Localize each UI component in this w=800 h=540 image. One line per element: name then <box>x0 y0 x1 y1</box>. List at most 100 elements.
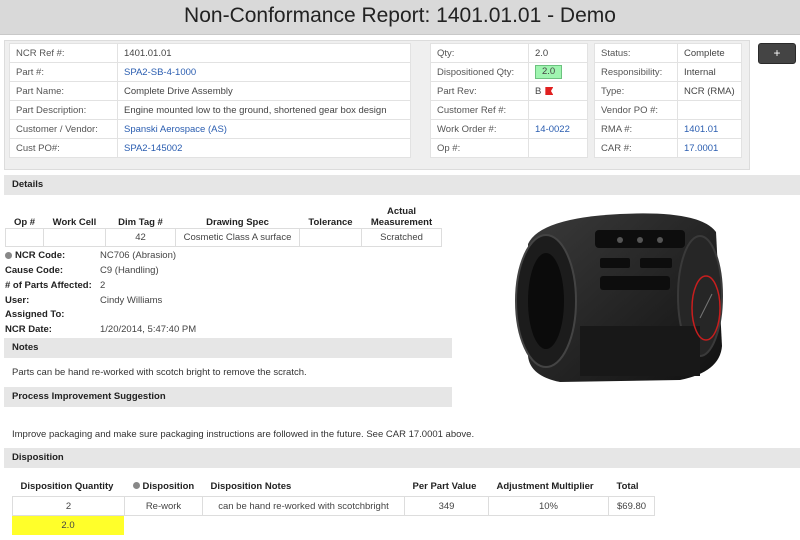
rma-label: RMA #: <box>594 119 678 139</box>
info-row-dispositioned-qty: Dispositioned Qty: 2.0 <box>430 62 588 82</box>
type-label: Type: <box>594 81 678 101</box>
ncr-date-label: NCR Date: <box>5 324 52 335</box>
disp-col-adjustment: Adjustment Multiplier <box>496 480 594 492</box>
car-link[interactable]: 17.0001 <box>684 143 718 154</box>
details-section-header: Details <box>4 175 800 195</box>
disposition-table: Disposition Quantity Disposition Disposi… <box>12 476 656 516</box>
details-dim-tag-cell: 42 <box>105 228 176 247</box>
info-row-customer: Customer / Vendor: Spanski Aerospace (AS) <box>9 119 411 139</box>
status-value: Complete <box>677 43 742 63</box>
part-rev-value: B <box>535 85 542 97</box>
work-order-link[interactable]: 14-0022 <box>535 124 570 135</box>
disp-disposition-cell: Re-work <box>124 496 203 516</box>
part-slot-c <box>600 276 670 290</box>
part-rev-label: Part Rev: <box>430 81 529 101</box>
title-bar: Non-Conformance Report: 1401.01.01 - Dem… <box>0 0 800 35</box>
details-col-tolerance: Tolerance <box>308 217 353 228</box>
ncr-code-label: NCR Code: <box>15 250 66 261</box>
details-tolerance-cell <box>299 228 362 247</box>
flag-icon[interactable] <box>545 86 554 95</box>
part-number-cell: SPA2-SB-4-1000 <box>117 62 411 82</box>
ncr-date-value: 1/20/2014, 5:47:40 PM <box>100 324 197 335</box>
info-icon[interactable] <box>5 251 12 259</box>
vendor-po-value <box>677 100 742 120</box>
disposition-row: 2 Re-work can be hand re-worked with sco… <box>12 496 656 516</box>
user-label: User: <box>5 295 30 306</box>
disp-col-per-part-value: Per Part Value <box>412 480 477 492</box>
details-col-dim-tag: Dim Tag # <box>118 217 163 228</box>
work-order-cell: 14-0022 <box>528 119 588 139</box>
notes-section-header: Notes <box>4 338 452 358</box>
part-number-link[interactable]: SPA2-SB-4-1000 <box>124 67 196 78</box>
disp-col-notes: Disposition Notes <box>210 480 292 492</box>
parts-affected-value: 2 <box>100 280 106 291</box>
info-row-responsibility: Responsibility: Internal <box>594 62 742 82</box>
disposition-header-row: Disposition Quantity Disposition Disposi… <box>13 476 655 497</box>
disp-col-quantity: Disposition Quantity <box>20 480 114 492</box>
info-row-type: Type: NCR (RMA) <box>594 81 742 101</box>
details-drawing-spec-cell: Cosmetic Class A surface <box>175 228 300 247</box>
info-table-status: Status: Complete Responsibility: Internal … <box>594 43 742 158</box>
op-label: Op #: <box>430 138 529 158</box>
cust-po-link[interactable]: SPA2-145002 <box>124 143 182 154</box>
info-table-general: NCR Ref #: 1401.01.01 Part #: SPA2-SB-4-10… <box>9 43 411 158</box>
responsibility-value: Internal <box>677 62 742 82</box>
parts-affected-label: # of Parts Affected: <box>5 280 92 291</box>
details-col-actual-measurement: Actual Measurement <box>370 206 433 228</box>
info-row-part-number: Part #: SPA2-SB-4-1000 <box>9 62 411 82</box>
details-col-drawing-spec: Drawing Spec <box>206 217 269 228</box>
part-slot-b <box>640 258 672 268</box>
work-order-label: Work Order #: <box>430 119 529 139</box>
user-link[interactable]: Cindy Williams <box>100 295 162 306</box>
page-title: Non-Conformance Report: 1401.01.01 - Dem… <box>184 4 616 27</box>
details-op-cell <box>5 228 44 247</box>
op-value <box>528 138 588 158</box>
details-row: 42 Cosmetic Class A surface Scratched <box>5 228 442 247</box>
details-col-work-cell: Work Cell <box>52 217 97 228</box>
disposition-total-qty: 2.0 <box>12 516 124 535</box>
disp-notes-cell: can be hand re-worked with scotchbright <box>202 496 405 516</box>
disp-adjustment-cell: 10% <box>488 496 609 516</box>
car-cell: 17.0001 <box>677 138 742 158</box>
details-actual-cell: Scratched <box>361 228 442 247</box>
part-number-label: Part #: <box>9 62 118 82</box>
notes-text: Parts can be hand re-worked with scotch … <box>12 367 307 378</box>
part-base <box>580 326 700 376</box>
info-icon[interactable] <box>132 482 140 490</box>
part-rev-cell: B <box>528 81 588 101</box>
rma-link[interactable]: 1401.01 <box>684 124 718 135</box>
disp-total-cell: $69.80 <box>607 496 656 516</box>
cust-po-cell: SPA2-145002 <box>117 138 411 158</box>
part-slot-a <box>600 258 630 268</box>
part-description-label: Part Description: <box>9 100 118 120</box>
info-row-op: Op #: <box>430 138 588 158</box>
add-button[interactable]: + <box>758 43 796 64</box>
assigned-to-label: Assigned To: <box>5 309 65 320</box>
part-hole <box>657 237 663 243</box>
customer-ref-value <box>528 100 588 120</box>
part-hole <box>637 237 643 243</box>
qty-label: Qty: <box>430 43 529 63</box>
part-name-value: Complete Drive Assembly <box>117 81 411 101</box>
cust-po-label: Cust PO#: <box>9 138 118 158</box>
rma-cell: 1401.01 <box>677 119 742 139</box>
cause-code-label: Cause Code: <box>5 265 64 276</box>
dispositioned-qty-label: Dispositioned Qty: <box>430 62 529 82</box>
details-table: Op # Work Cell Dim Tag # Drawing Spec To… <box>5 198 442 247</box>
details-work-cell-cell <box>43 228 106 247</box>
disp-col-disposition: Disposition <box>125 476 203 497</box>
info-row-part-name: Part Name: Complete Drive Assembly <box>9 81 411 101</box>
info-row-cust-po: Cust PO#: SPA2-145002 <box>9 138 411 158</box>
info-panel: NCR Ref #: 1401.01.01 Part #: SPA2-SB-4-10… <box>4 40 750 170</box>
details-header-row: Op # Work Cell Dim Tag # Drawing Spec To… <box>6 198 442 229</box>
customer-link[interactable]: Spanski Aerospace (AS) <box>124 124 227 135</box>
part-hole <box>617 237 623 243</box>
cause-code-value: C9 (Handling) <box>100 265 159 276</box>
dispositioned-qty-cell: 2.0 <box>528 62 588 82</box>
part-photo <box>515 213 723 382</box>
qty-value: 2.0 <box>528 43 588 63</box>
info-row-qty: Qty: 2.0 <box>430 43 588 63</box>
responsibility-label: Responsibility: <box>594 62 678 82</box>
customer-ref-label: Customer Ref #: <box>430 100 529 120</box>
ncr-ref-label: NCR Ref #: <box>9 43 118 63</box>
